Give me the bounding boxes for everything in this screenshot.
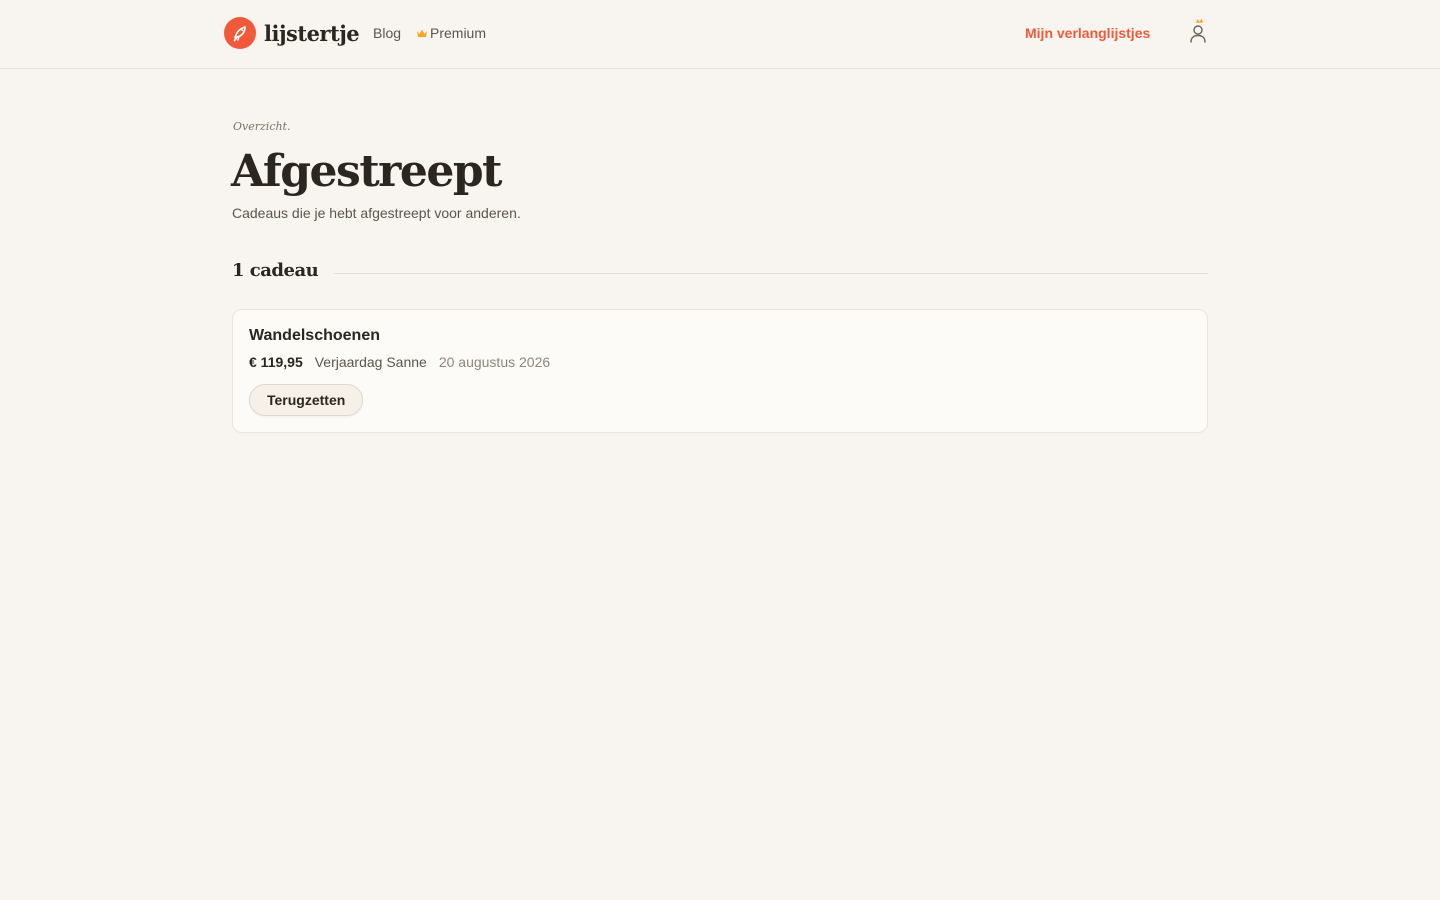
crown-icon	[416, 28, 428, 38]
gift-price: € 119,95	[249, 354, 303, 370]
page-title: Afgestreept	[231, 146, 502, 197]
my-wishlists-link[interactable]: Mijn verlanglijstjes	[1025, 25, 1150, 41]
gift-count: 1 cadeau	[232, 259, 319, 281]
nav-premium-link[interactable]: Premium	[416, 25, 486, 41]
nav-premium-label: Premium	[430, 25, 487, 41]
brand-name: lijstertje	[264, 20, 360, 46]
gift-list-name: Verjaardag Sanne	[314, 354, 427, 370]
gift-meta: € 119,95 Verjaardag Sanne 20 augustus 20…	[249, 354, 550, 370]
section-header: 1 cadeau	[232, 258, 1208, 282]
section-divider	[334, 272, 1208, 274]
gift-title: Wandelschoenen	[249, 327, 380, 344]
top-navigation-bar: lijstertje Blog Premium Mijn verlanglijs…	[0, 0, 1440, 69]
page-subtitle: Cadeaus die je hebt afgestreept voor and…	[232, 205, 521, 221]
account-button[interactable]	[1186, 17, 1212, 45]
gift-date: 20 augustus 2026	[438, 354, 551, 370]
gift-card: Wandelschoenen € 119,95 Verjaardag Sanne…	[232, 309, 1208, 433]
restore-button[interactable]: Terugzetten	[249, 384, 364, 416]
brand-home-link[interactable]: lijstertje	[224, 17, 360, 49]
page-eyebrow: Overzicht.	[233, 120, 291, 133]
nav-blog-link[interactable]: Blog	[373, 25, 401, 41]
user-with-crown-icon	[1190, 18, 1206, 43]
bird-logo-icon	[224, 17, 256, 49]
